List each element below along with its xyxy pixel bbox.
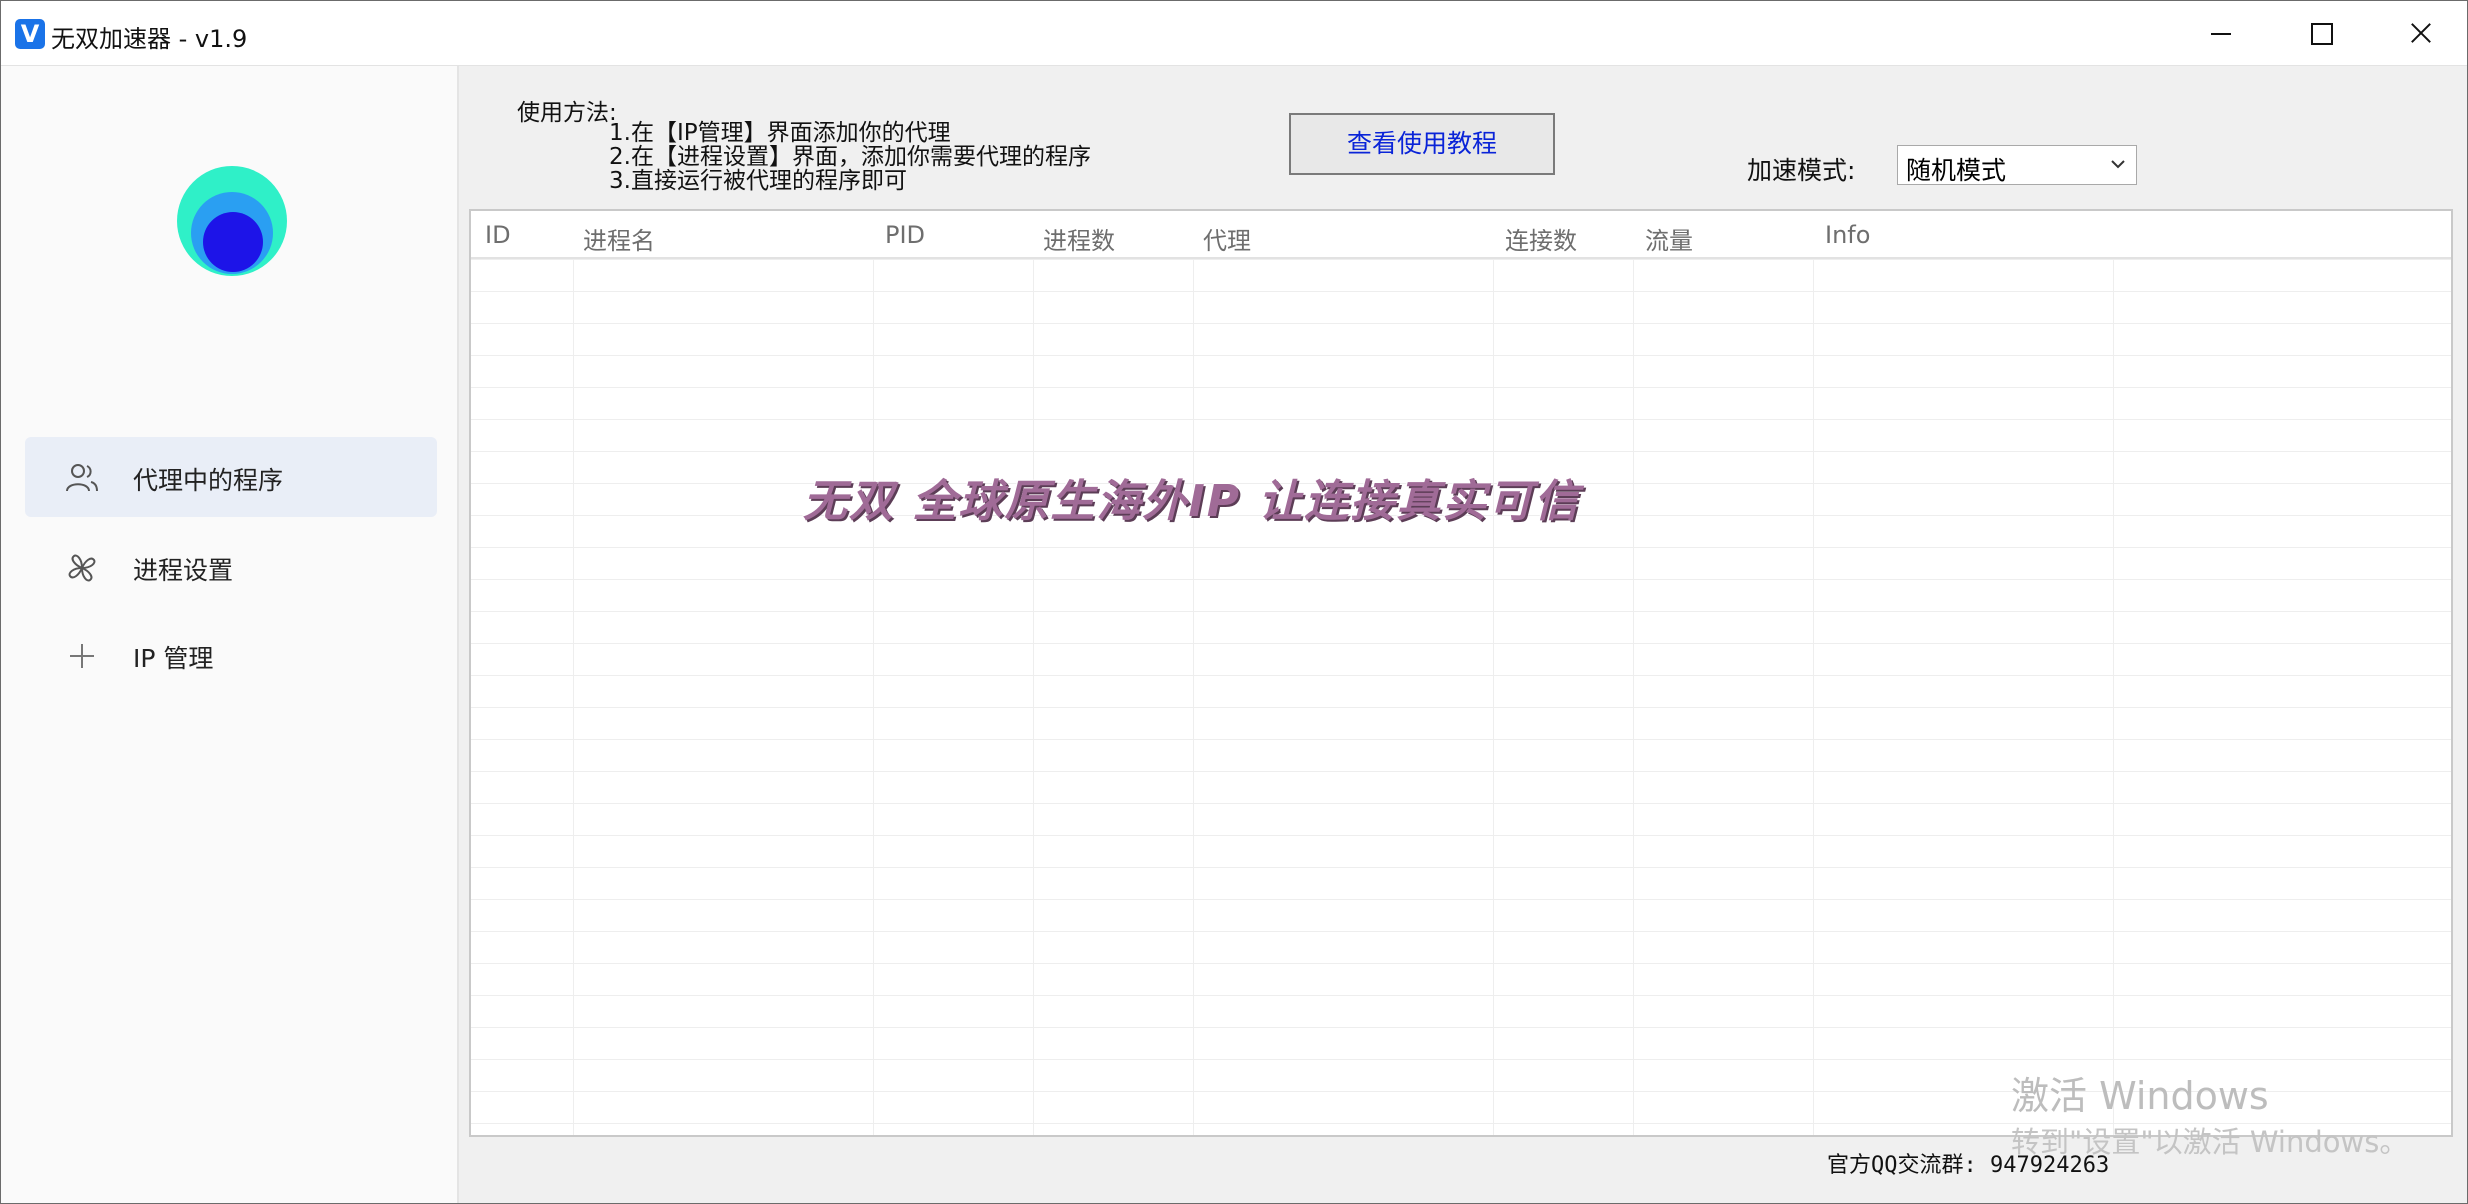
acceleration-mode-label: 加速模式:	[1747, 156, 1856, 185]
column-header-process-count[interactable]: 进程数	[1043, 221, 1115, 256]
title-bar: V 无双加速器 - v1.9	[1, 1, 2467, 66]
windows-activation-title: 激活 Windows	[2011, 1074, 2269, 1118]
brand-logo	[177, 166, 287, 276]
process-settings-icon	[68, 554, 96, 582]
maximize-button[interactable]	[2269, 1, 2369, 65]
windows-activation-subtitle: 转到"设置"以激活 Windows。	[2011, 1125, 2409, 1159]
sidebar: 代理中的程序 进程设置 IP 管理	[1, 66, 459, 1203]
column-header-info[interactable]: Info	[1825, 221, 1870, 249]
sidebar-item-label: 进程设置	[133, 556, 234, 585]
sidebar-item-proxied-programs[interactable]: 代理中的程序	[25, 437, 437, 517]
table-header: ID 进程名 PID 进程数 代理 连接数 流量 Info	[471, 211, 2451, 259]
acceleration-mode-select[interactable]: 随机模式	[1897, 145, 2137, 185]
sidebar-item-process-settings[interactable]: 进程设置	[25, 527, 437, 607]
column-header-proxy[interactable]: 代理	[1203, 221, 1251, 256]
column-header-connections[interactable]: 连接数	[1505, 221, 1577, 256]
column-divider	[1633, 259, 1634, 1135]
selected-mode: 随机模式	[1906, 156, 2007, 185]
plus-icon	[70, 644, 94, 668]
column-header-process-name[interactable]: 进程名	[583, 221, 655, 256]
usage-title: 使用方法:	[517, 100, 617, 126]
column-header-pid[interactable]: PID	[885, 221, 925, 249]
column-divider	[1813, 259, 1814, 1135]
usage-step: 1.在【IP管理】界面添加你的代理	[609, 120, 951, 146]
column-divider	[1033, 259, 1034, 1135]
usage-step: 3.直接运行被代理的程序即可	[609, 168, 907, 194]
column-header-traffic[interactable]: 流量	[1645, 221, 1693, 256]
column-divider	[873, 259, 874, 1135]
column-divider	[1193, 259, 1194, 1135]
usage-step: 2.在【进程设置】界面，添加你需要代理的程序	[609, 144, 1091, 170]
app-window: V 无双加速器 - v1.9 代理中的程序 进程设置 IP 管理 使用方法: 1…	[0, 0, 2468, 1204]
close-button[interactable]	[2369, 1, 2467, 65]
view-tutorial-button[interactable]: 查看使用教程	[1289, 113, 1555, 175]
sidebar-item-label: IP 管理	[133, 644, 214, 673]
app-logo-icon: V	[15, 19, 45, 49]
users-icon	[66, 464, 98, 492]
column-divider	[1493, 259, 1494, 1135]
promo-banner: 无双 全球原生海外IP 让连接真实可信	[803, 476, 1581, 527]
column-divider	[573, 259, 574, 1135]
column-header-id[interactable]: ID	[485, 221, 511, 249]
chevron-down-icon	[2111, 160, 2125, 169]
sidebar-item-ip-management[interactable]: IP 管理	[25, 615, 437, 695]
minimize-button[interactable]	[2169, 1, 2269, 65]
process-table[interactable]: ID 进程名 PID 进程数 代理 连接数 流量 Info	[469, 209, 2453, 1137]
sidebar-item-label: 代理中的程序	[133, 466, 284, 495]
window-title: 无双加速器 - v1.9	[51, 25, 248, 53]
table-body	[471, 259, 2451, 1135]
column-divider	[2113, 259, 2114, 1135]
